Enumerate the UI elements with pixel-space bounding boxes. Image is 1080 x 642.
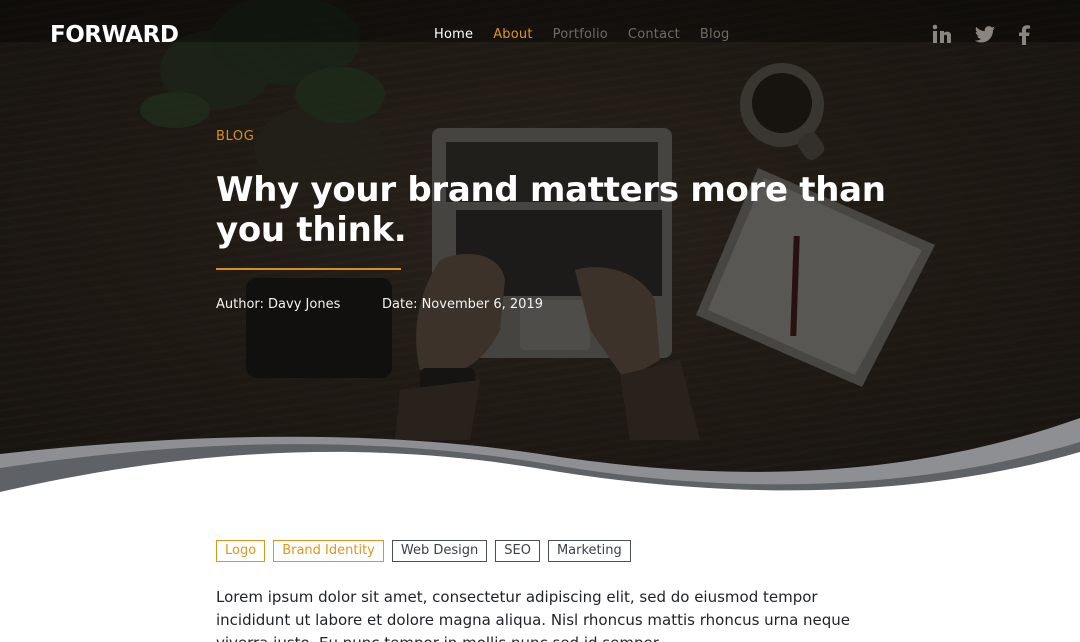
- top-navigation: FORWARD Home About Portfolio Contact Blo…: [0, 0, 1080, 70]
- post-body: Lorem ipsum dolor sit amet, consectetur …: [216, 588, 851, 642]
- nav-link-contact[interactable]: Contact: [628, 27, 680, 42]
- social-links: [932, 24, 1030, 49]
- tag-web-design[interactable]: Web Design: [391, 540, 488, 562]
- main-menu: Home About Portfolio Contact Blog: [434, 27, 749, 42]
- post-title: Why your brand matters more than you thi…: [216, 170, 886, 250]
- tag-logo[interactable]: Logo: [216, 540, 266, 562]
- tag-marketing[interactable]: Marketing: [547, 540, 631, 562]
- nav-link-home[interactable]: Home: [434, 27, 473, 42]
- linkedin-icon[interactable]: [932, 24, 952, 49]
- site-logo[interactable]: FORWARD: [50, 22, 179, 48]
- post-tags: Logo Brand Identity Web Design SEO Marke…: [216, 540, 631, 562]
- post-category[interactable]: BLOG: [216, 129, 254, 144]
- nav-link-portfolio[interactable]: Portfolio: [553, 27, 608, 42]
- nav-link-about[interactable]: About: [493, 27, 532, 42]
- twitter-icon[interactable]: [974, 25, 996, 49]
- tag-seo[interactable]: SEO: [495, 540, 540, 562]
- post-date: Date: November 6, 2019: [382, 297, 543, 312]
- tag-brand-identity[interactable]: Brand Identity: [273, 540, 384, 562]
- post-author: Author: Davy Jones: [216, 297, 341, 312]
- facebook-icon[interactable]: [1018, 24, 1030, 49]
- hero-wave-divider: [0, 418, 1080, 500]
- nav-link-blog[interactable]: Blog: [700, 27, 730, 42]
- title-divider: [216, 268, 401, 270]
